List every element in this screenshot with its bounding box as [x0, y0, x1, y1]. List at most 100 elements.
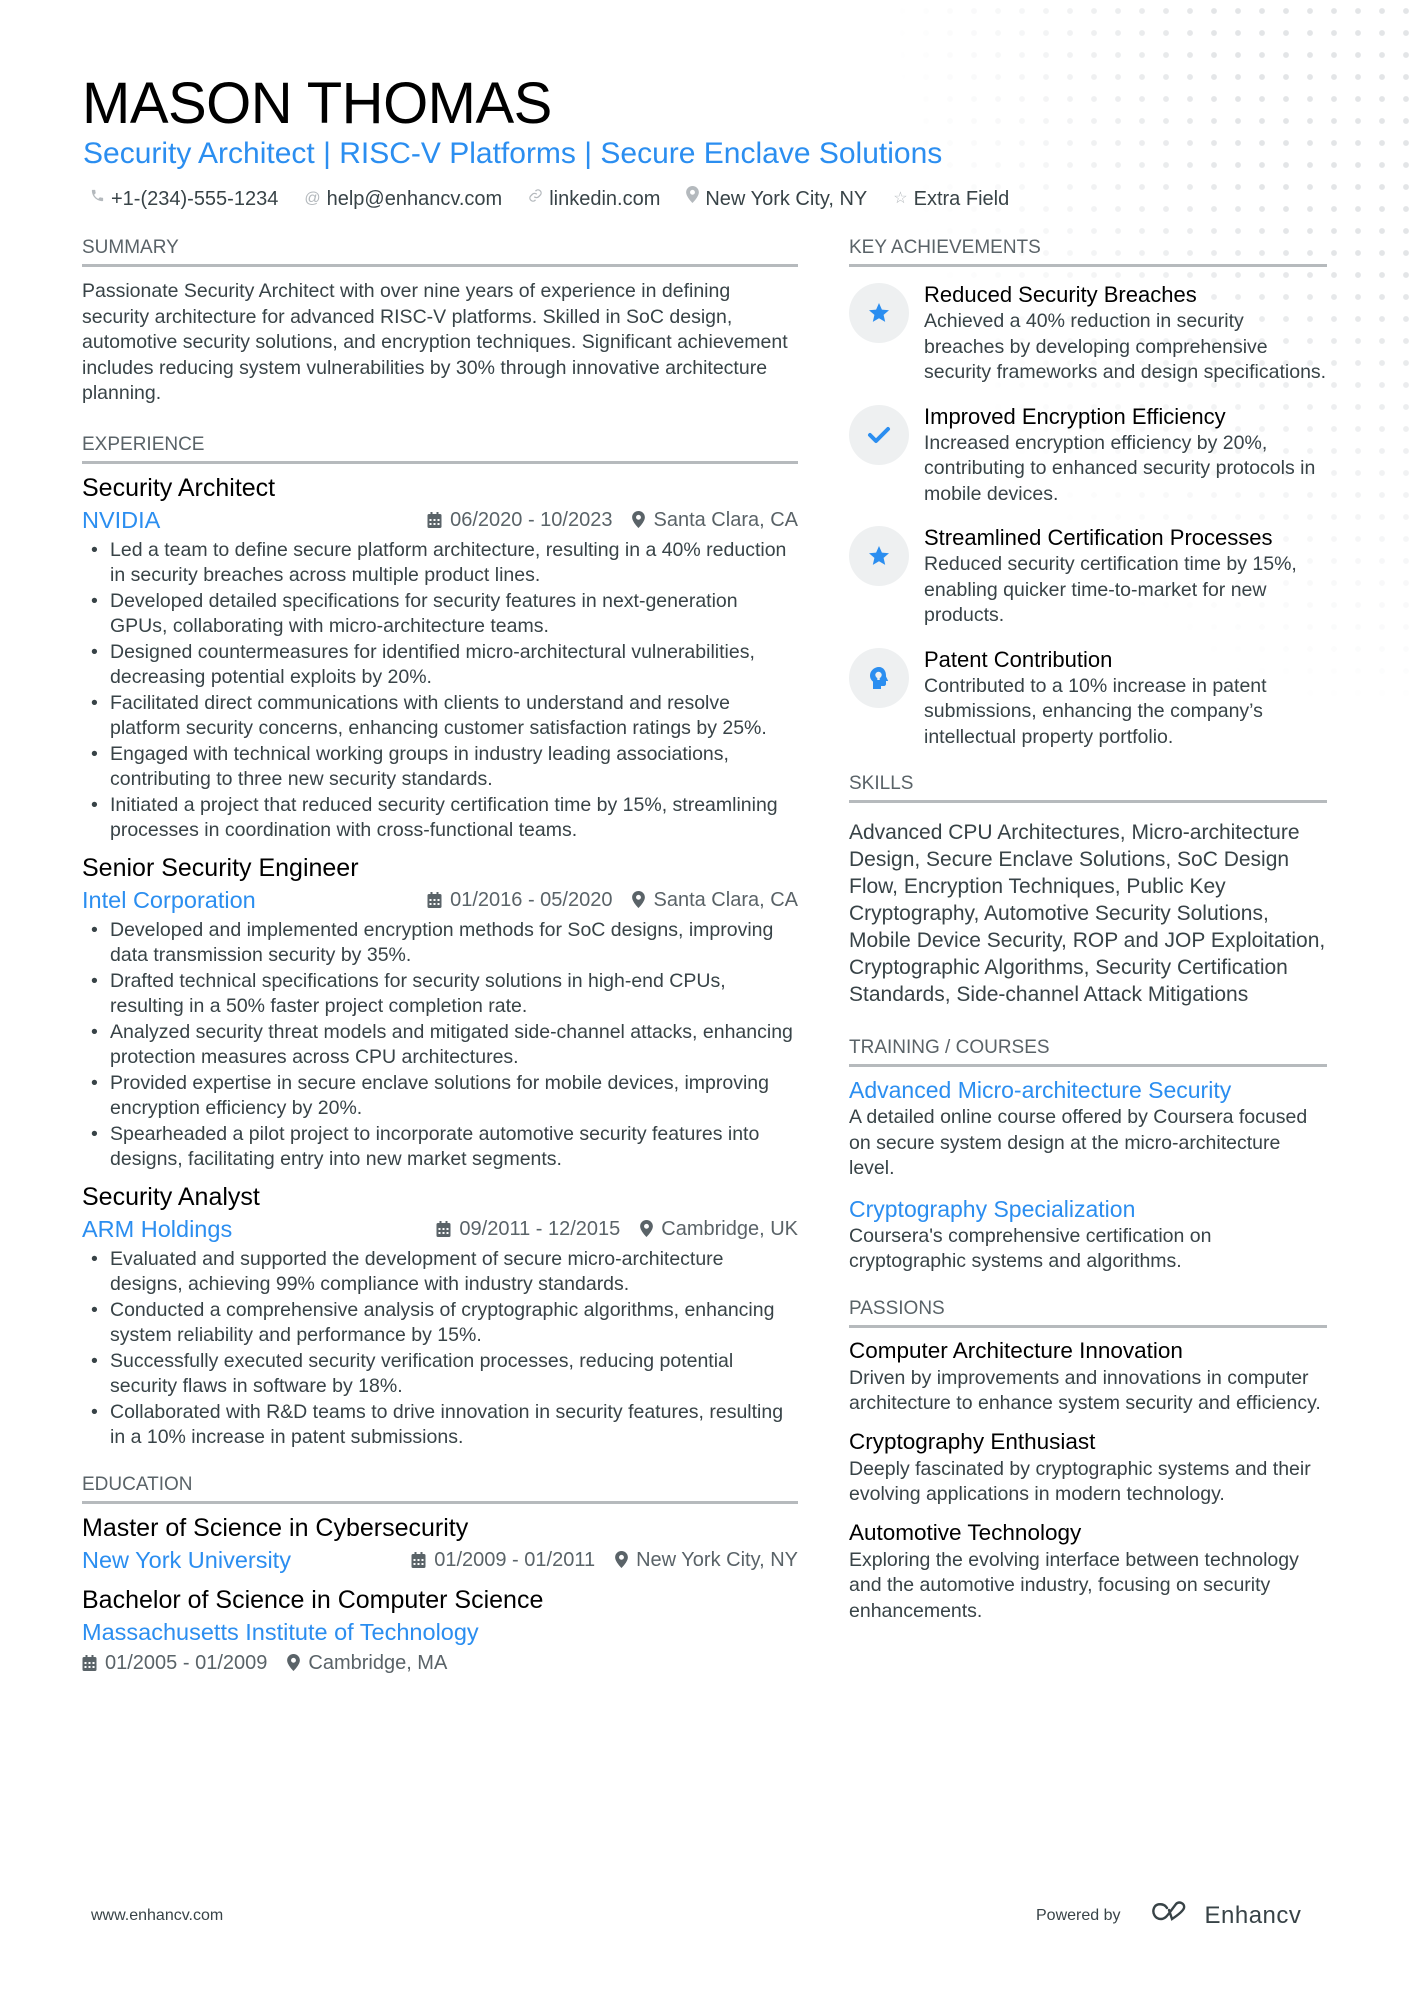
- education-meta-row: 01/2005 - 01/2009 Cambridge, MA: [82, 1648, 798, 1678]
- job-title: Security Architect: [82, 473, 276, 502]
- education-entry: Master of Science in Cybersecurity New Y…: [82, 1512, 798, 1576]
- achievement-desc: Achieved a 40% reduction in security bre…: [924, 310, 1327, 383]
- achievements-section: KEY ACHIEVEMENTS Reduced Security Breach…: [849, 236, 1327, 750]
- passion-desc: Driven by improvements and innovations i…: [849, 1366, 1321, 1415]
- job-dates-text: 06/2020 - 10/2023: [450, 508, 613, 531]
- job-bullet: Conducted a comprehensive analysis of cr…: [82, 1298, 798, 1349]
- phone-icon: [90, 186, 105, 212]
- job-location: Santa Clara, CA: [632, 504, 798, 536]
- job-bullets: Evaluated and supported the development …: [82, 1247, 798, 1451]
- summary-section: SUMMARY Passionate Security Architect wi…: [82, 236, 798, 407]
- job-title: Senior Security Engineer: [82, 853, 359, 882]
- course-title[interactable]: Cryptography Specialization: [849, 1194, 1327, 1224]
- job-location: Cambridge, UK: [640, 1213, 798, 1245]
- passions-heading: PASSIONS: [849, 1297, 1327, 1328]
- education-meta: New York University 01/2009 - 01/2011 Ne…: [82, 1544, 798, 1576]
- summary-text: Passionate Security Architect with over …: [82, 280, 788, 404]
- location-pin-icon: [632, 511, 646, 528]
- achievement-item: Streamlined Certification Processes Redu…: [849, 524, 1327, 629]
- job-bullets: Led a team to define secure platform arc…: [82, 538, 798, 844]
- job-bullet: Engaged with technical working groups in…: [82, 742, 798, 793]
- education-dates: 01/2009 - 01/2011: [411, 1544, 595, 1576]
- skills-text: Advanced CPU Architectures, Micro-archit…: [849, 821, 1326, 1006]
- calendar-icon: [427, 511, 442, 528]
- at-icon: @: [304, 190, 321, 207]
- achievement-item: Patent Contribution Contributed to a 10%…: [849, 646, 1327, 751]
- summary-heading: SUMMARY: [82, 236, 798, 267]
- achievement-title: Patent Contribution: [924, 646, 1113, 672]
- left-column: SUMMARY Passionate Security Architect wi…: [82, 236, 798, 1704]
- company-name[interactable]: NVIDIA: [82, 504, 160, 536]
- contact-phone[interactable]: +1-(234)-555-1234: [90, 186, 278, 212]
- job-bullet: Developed and implemented encryption met…: [82, 918, 798, 969]
- job-meta-right: 06/2020 - 10/2023 Santa Clara, CA: [427, 504, 798, 536]
- achievement-body: Improved Encryption Efficiency Increased…: [924, 403, 1327, 508]
- footer-powered-by: Powered by Enhancv: [1036, 1900, 1301, 1931]
- company-name[interactable]: ARM Holdings: [82, 1213, 232, 1245]
- brand-logo[interactable]: Enhancv: [1147, 1900, 1302, 1931]
- company-name[interactable]: Intel Corporation: [82, 884, 256, 916]
- location-pin-icon: [287, 1654, 301, 1671]
- star-outline-icon: ☆: [893, 190, 908, 207]
- achievement-body: Streamlined Certification Processes Redu…: [924, 524, 1327, 629]
- education-dates-text: 01/2005 - 01/2009: [105, 1651, 268, 1674]
- achievements-heading: KEY ACHIEVEMENTS: [849, 236, 1327, 267]
- contact-phone-text: +1-(234)-555-1234: [111, 188, 279, 210]
- achievement-body: Reduced Security Breaches Achieved a 40%…: [924, 281, 1327, 386]
- job-dates: 06/2020 - 10/2023: [427, 504, 612, 536]
- education-location-text: New York City, NY: [636, 1548, 798, 1571]
- education-dates: 01/2005 - 01/2009: [82, 1648, 267, 1678]
- contact-linkedin[interactable]: linkedin.com: [528, 186, 660, 212]
- degree-title: Master of Science in Cybersecurity: [82, 1513, 469, 1542]
- job-location-text: Cambridge, UK: [661, 1217, 798, 1240]
- school-name[interactable]: New York University: [82, 1544, 291, 1576]
- school-name[interactable]: Massachusetts Institute of Technology: [82, 1616, 479, 1648]
- job-bullet: Facilitated direct communications with c…: [82, 691, 798, 742]
- contact-extra-field: ☆ Extra Field: [893, 186, 1009, 212]
- passion-title: Automotive Technology: [849, 1519, 1082, 1545]
- achievement-item: Reduced Security Breaches Achieved a 40%…: [849, 281, 1327, 386]
- job-entry: Security Analyst ARM Holdings 09/2011 - …: [82, 1181, 798, 1451]
- job-meta: Intel Corporation 01/2016 - 05/2020 Sant…: [82, 884, 798, 916]
- location-pin-icon: [686, 186, 700, 212]
- job-dates-text: 09/2011 - 12/2015: [459, 1217, 621, 1240]
- achievement-desc: Reduced security certification time by 1…: [924, 553, 1297, 626]
- job-bullet: Successfully executed security verificat…: [82, 1349, 798, 1400]
- passion-desc: Deeply fascinated by cryptographic syste…: [849, 1457, 1311, 1506]
- calendar-icon: [427, 891, 442, 908]
- achievement-body: Patent Contribution Contributed to a 10%…: [924, 646, 1327, 751]
- contact-row: +1-(234)-555-1234 @ help@enhancv.com lin…: [90, 186, 1009, 212]
- enhancv-logo-icon: [1147, 1900, 1193, 1931]
- contact-extra-text: Extra Field: [913, 188, 1010, 210]
- job-bullets: Developed and implemented encryption met…: [82, 918, 798, 1173]
- brand-name: Enhancv: [1204, 1901, 1302, 1929]
- job-meta: NVIDIA 06/2020 - 10/2023 Santa Clara, CA: [82, 504, 798, 536]
- experience-heading: EXPERIENCE: [82, 433, 798, 464]
- job-entry: Security Architect NVIDIA 06/2020 - 10/2…: [82, 472, 798, 844]
- location-pin-icon: [640, 1220, 654, 1237]
- course-desc: Coursera's comprehensive certification o…: [849, 1224, 1212, 1273]
- candidate-name: MASON THOMAS: [82, 71, 552, 136]
- job-dates-text: 01/2016 - 05/2020: [450, 888, 613, 911]
- job-bullet: Collaborated with R&D teams to drive inn…: [82, 1400, 798, 1451]
- job-dates: 01/2016 - 05/2020: [427, 884, 612, 916]
- achievement-title: Streamlined Certification Processes: [924, 525, 1273, 550]
- calendar-icon: [82, 1654, 97, 1671]
- resume-page: MASON THOMAS Security Architect | RISC-V…: [0, 0, 1410, 1995]
- course-title[interactable]: Advanced Micro-architecture Security: [849, 1075, 1327, 1105]
- job-bullet: Initiated a project that reduced securit…: [82, 793, 798, 844]
- contact-email[interactable]: @ help@enhancv.com: [304, 186, 502, 212]
- contact-email-text: help@enhancv.com: [326, 188, 503, 210]
- contact-location: New York City, NY: [686, 186, 867, 212]
- right-column: KEY ACHIEVEMENTS Reduced Security Breach…: [849, 236, 1327, 1650]
- education-meta: Massachusetts Institute of Technology: [82, 1616, 798, 1648]
- skills-heading: SKILLS: [849, 772, 1327, 803]
- job-bullet: Drafted technical specifications for sec…: [82, 969, 798, 1020]
- education-location: Cambridge, MA: [287, 1648, 447, 1678]
- footer-website-link[interactable]: www.enhancv.com: [91, 1907, 223, 1925]
- link-icon: [528, 186, 543, 212]
- job-meta-right: 09/2011 - 12/2015 Cambridge, UK: [436, 1213, 798, 1245]
- passion-title: Cryptography Enthusiast: [849, 1428, 1096, 1454]
- job-dates: 09/2011 - 12/2015: [436, 1213, 620, 1245]
- star-icon: [849, 526, 909, 586]
